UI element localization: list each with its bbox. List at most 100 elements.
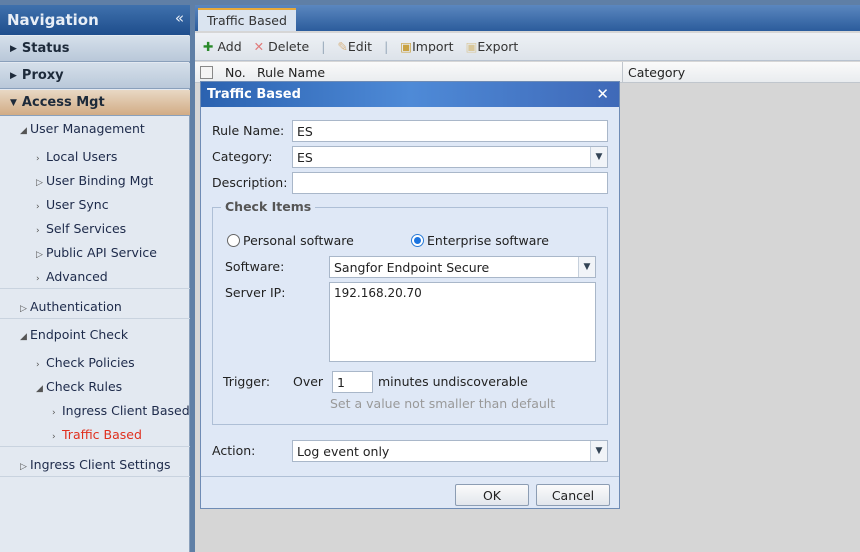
tree-item-label: User Sync bbox=[46, 197, 109, 212]
over-label: Over bbox=[293, 374, 324, 389]
trigger-hint: Set a value not smaller than default bbox=[330, 396, 556, 411]
navigation-header: Navigation « bbox=[0, 5, 190, 35]
radio-checked-icon bbox=[411, 234, 424, 247]
software-value: Sangfor Endpoint Secure bbox=[334, 260, 490, 275]
radio-label: Personal software bbox=[243, 233, 354, 248]
nav-tree-item[interactable]: › User Sync bbox=[0, 193, 190, 217]
nav-tree-item[interactable]: › Self Services bbox=[0, 217, 190, 241]
personal-software-radio[interactable]: Personal software bbox=[227, 233, 354, 248]
dialog-titlebar[interactable]: Traffic Based ✕ bbox=[201, 82, 619, 107]
description-input[interactable] bbox=[292, 172, 608, 194]
add-button[interactable]: ✚ Add bbox=[203, 39, 242, 54]
nav-tree-item[interactable]: ▷ Public API Service bbox=[0, 241, 190, 265]
x-icon: ✕ bbox=[253, 39, 265, 54]
delete-label: Delete bbox=[268, 39, 310, 54]
separator: | bbox=[321, 39, 326, 54]
separator: | bbox=[384, 39, 389, 54]
chevron-down-icon[interactable]: ▼ bbox=[578, 257, 595, 277]
nav-access-mgt[interactable]: ▼ Access Mgt bbox=[0, 90, 190, 116]
tree-toggle-icon: › bbox=[52, 432, 56, 442]
nav-tree-item[interactable]: ◢ Check Rules bbox=[0, 375, 190, 399]
action-label: Action: bbox=[212, 443, 256, 458]
action-select[interactable]: Log event only ▼ bbox=[292, 440, 608, 462]
nav-tree-item[interactable]: › Traffic Based bbox=[0, 423, 190, 447]
edit-label: Edit bbox=[347, 39, 373, 54]
import-label: Import bbox=[412, 39, 454, 54]
trigger-minutes-input[interactable]: 1 bbox=[332, 371, 373, 393]
tree-item-label: Self Services bbox=[46, 221, 127, 236]
rule-name-input[interactable]: ES bbox=[292, 120, 608, 142]
category-label: Category: bbox=[212, 149, 273, 164]
add-label: Add bbox=[217, 39, 242, 54]
col-no[interactable]: No. bbox=[225, 65, 246, 80]
nav-tree-item[interactable]: ▷ User Binding Mgt bbox=[0, 169, 190, 193]
nav-tree-item[interactable]: ◢ Endpoint Check bbox=[0, 323, 190, 347]
check-items-legend: Check Items bbox=[221, 199, 316, 214]
nav-proxy[interactable]: ▶ Proxy bbox=[0, 63, 190, 89]
export-label: Export bbox=[477, 39, 519, 54]
minutes-label: minutes undiscoverable bbox=[378, 374, 528, 389]
software-select[interactable]: Sangfor Endpoint Secure ▼ bbox=[329, 256, 596, 278]
tree-toggle-icon: ▷ bbox=[20, 462, 27, 472]
tree-toggle-icon: › bbox=[36, 154, 40, 164]
import-button[interactable]: ▣Import bbox=[400, 39, 453, 54]
toolbar: ✚ Add ✕ Delete | ✎Edit | ▣Import ▣Export bbox=[195, 33, 860, 61]
nav-tree-item[interactable]: › Check Policies bbox=[0, 351, 190, 375]
select-all-checkbox[interactable] bbox=[200, 66, 213, 79]
nav-label: Proxy bbox=[21, 68, 64, 83]
tree-toggle-icon: › bbox=[36, 202, 40, 212]
trigger-label: Trigger: bbox=[223, 374, 271, 389]
tree-item-label: User Management bbox=[30, 121, 145, 136]
tree-item-label: Traffic Based bbox=[62, 427, 142, 442]
nav-tree-item[interactable]: › Advanced bbox=[0, 265, 190, 289]
tree-toggle-icon: ◢ bbox=[20, 126, 27, 136]
nav-tree-item[interactable]: › Local Users bbox=[0, 145, 190, 169]
edit-button[interactable]: ✎Edit bbox=[337, 39, 372, 54]
navigation-sidebar: Navigation « ▶ Status ▶ Proxy ▼ Access Mgt ◢… bbox=[0, 5, 190, 552]
chevron-down-icon[interactable]: ▼ bbox=[590, 441, 607, 461]
col-category[interactable]: Category bbox=[622, 62, 690, 83]
traffic-based-dialog: Traffic Based ✕ Rule Name: ES Category: E… bbox=[200, 81, 620, 509]
nav-tree-item[interactable]: › Ingress Client Based bbox=[0, 399, 190, 423]
collapse-icon[interactable]: « bbox=[175, 9, 184, 27]
action-value: Log event only bbox=[297, 444, 390, 459]
delete-button[interactable]: ✕ Delete bbox=[254, 39, 310, 54]
tree-item-label: Authentication bbox=[30, 299, 122, 314]
tree-item-label: Advanced bbox=[46, 269, 108, 284]
category-select[interactable]: ES ▼ bbox=[292, 146, 608, 168]
dialog-footer: OK Cancel bbox=[201, 476, 619, 508]
software-label: Software: bbox=[225, 259, 285, 274]
radio-label: Enterprise software bbox=[427, 233, 549, 248]
tree-item-label: Public API Service bbox=[46, 245, 157, 260]
col-rule-name[interactable]: Rule Name bbox=[257, 65, 325, 80]
nav-status[interactable]: ▶ Status bbox=[0, 36, 190, 62]
tree-toggle-icon: › bbox=[36, 360, 40, 370]
category-value: ES bbox=[297, 150, 313, 165]
tree-item-label: User Binding Mgt bbox=[46, 173, 154, 188]
tree-item-label: Ingress Client Settings bbox=[30, 457, 171, 472]
cancel-button[interactable]: Cancel bbox=[536, 484, 610, 506]
ok-button[interactable]: OK bbox=[455, 484, 529, 506]
tree-item-label: Check Rules bbox=[46, 379, 123, 394]
import-folder-icon: ▣ bbox=[400, 39, 413, 54]
tree-toggle-icon: ▷ bbox=[36, 250, 43, 260]
tree-item-label: Ingress Client Based bbox=[62, 403, 190, 418]
nav-label: Status bbox=[21, 41, 70, 56]
export-button[interactable]: ▣Export bbox=[466, 39, 519, 54]
server-ip-textarea[interactable]: 192.168.20.70 bbox=[329, 282, 596, 362]
nav-tree-item[interactable]: ◢ User Management bbox=[0, 117, 190, 141]
nav-tree-item[interactable]: ▷ Ingress Client Settings bbox=[0, 453, 190, 477]
tree-toggle-icon: › bbox=[52, 408, 56, 418]
tab-traffic-based[interactable]: Traffic Based bbox=[198, 8, 296, 31]
nav-tree-item[interactable]: ▷ Authentication bbox=[0, 295, 190, 319]
tree-item-label: Local Users bbox=[46, 149, 118, 164]
tree-toggle-icon: ▷ bbox=[20, 304, 27, 314]
chevron-down-icon[interactable]: ▼ bbox=[590, 147, 607, 167]
rule-name-label: Rule Name: bbox=[212, 123, 285, 138]
description-label: Description: bbox=[212, 175, 288, 190]
plus-icon: ✚ bbox=[203, 39, 214, 54]
tree-item-label: Check Policies bbox=[46, 355, 135, 370]
export-folder-icon: ▣ bbox=[465, 39, 478, 54]
close-icon[interactable]: ✕ bbox=[596, 85, 609, 103]
enterprise-software-radio[interactable]: Enterprise software bbox=[411, 233, 549, 248]
